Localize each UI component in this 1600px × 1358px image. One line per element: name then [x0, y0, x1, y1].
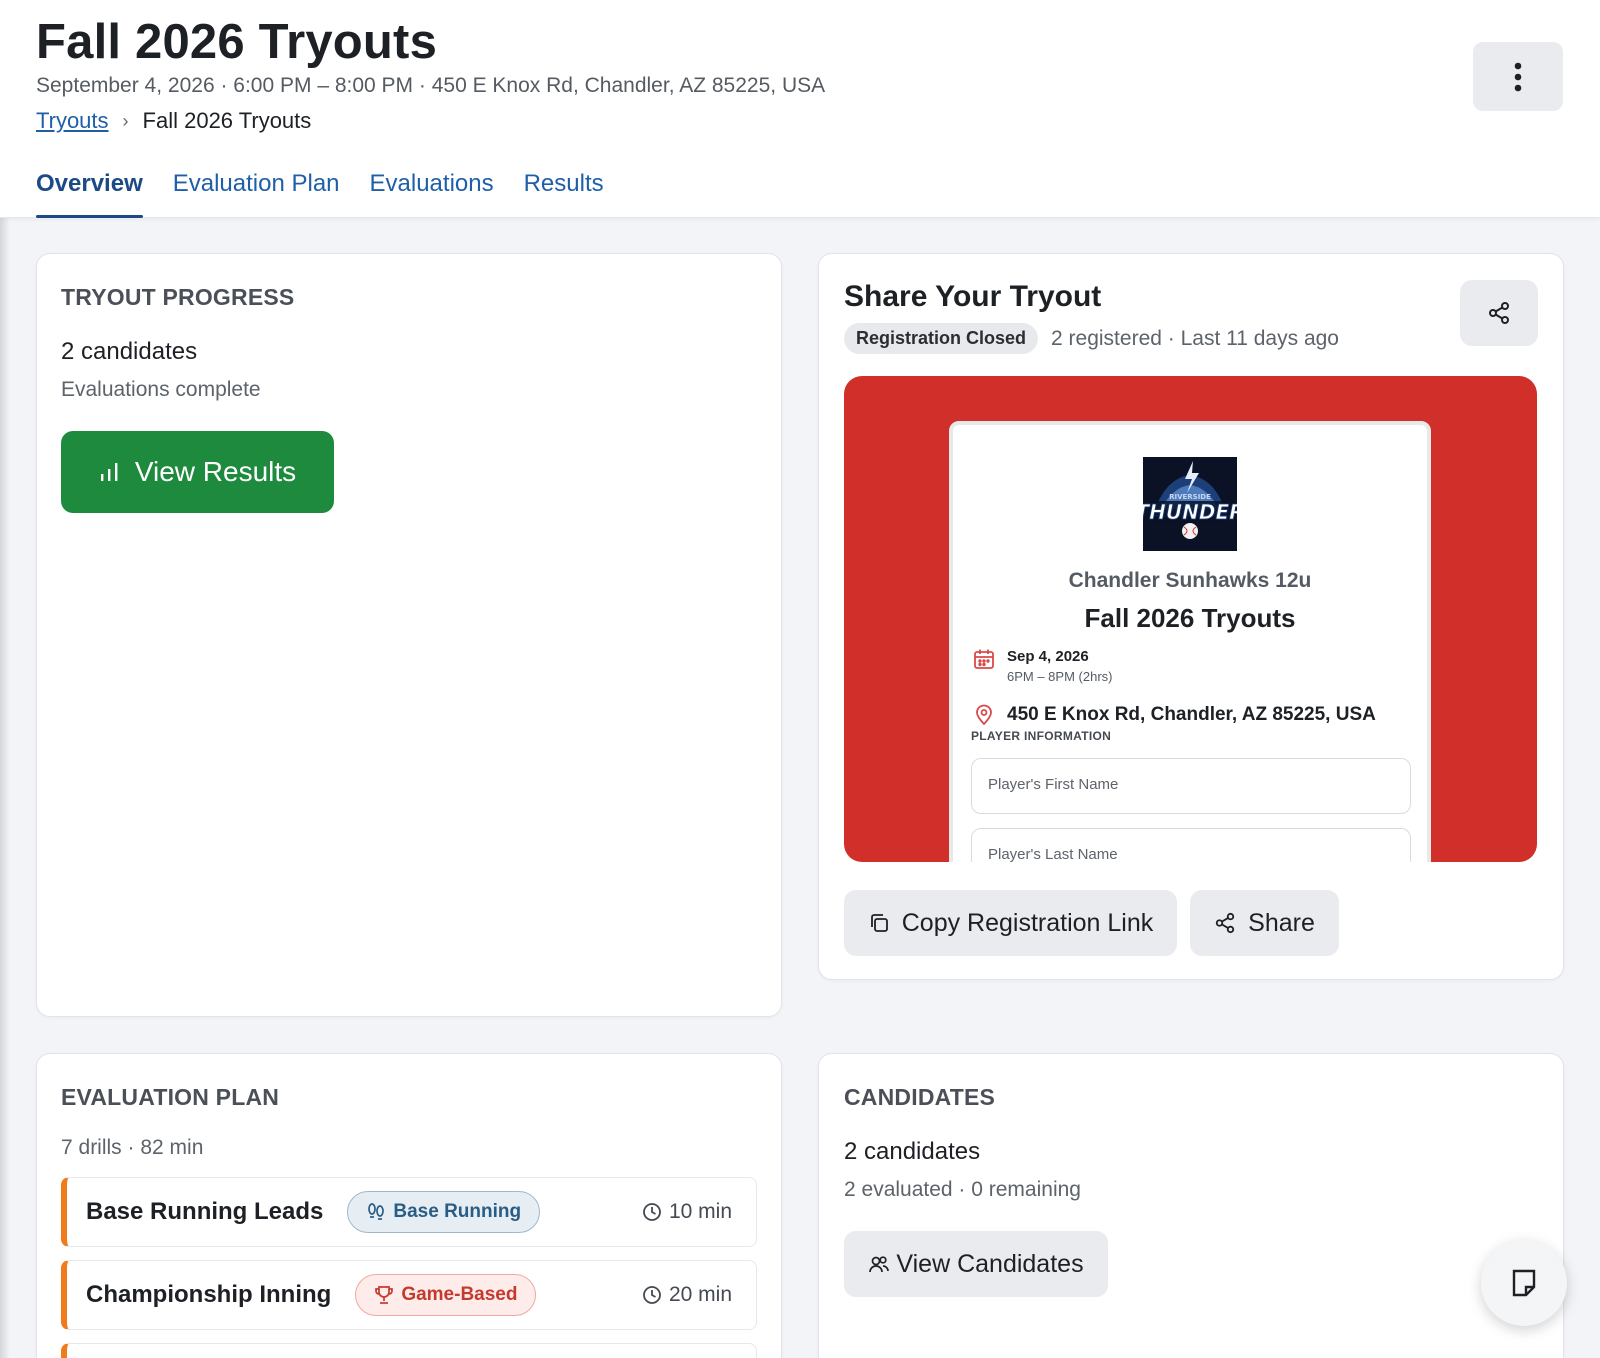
candidate-count: 2 candidates — [61, 338, 198, 365]
preview-team-name: Chandler Sunhawks 12u — [1068, 569, 1312, 592]
drill-category-label: Game-Based — [401, 1284, 518, 1305]
preview-location-row: 450 E Knox Rd, Chandler, AZ 85225, USA — [971, 704, 1376, 726]
users-icon — [869, 1256, 890, 1273]
drill-duration: 10 min — [642, 1200, 732, 1224]
view-results-button[interactable]: View Results — [61, 431, 334, 513]
tab-bar: Overview Evaluation Plan Evaluations Res… — [36, 166, 634, 218]
drill-row[interactable]: Base Running Leads Base Running 10 min — [61, 1177, 757, 1247]
evaluation-plan-summary: 7 drills · 82 min — [61, 1136, 204, 1159]
drill-row-partial — [61, 1343, 757, 1358]
candidates-card: CANDIDATES 2 candidates 2 evaluated · 0 … — [818, 1053, 1564, 1358]
tab-overview[interactable]: Overview — [36, 166, 143, 218]
player-first-name-field: Player's First Name — [971, 758, 1411, 814]
clock-icon — [643, 1203, 661, 1221]
map-pin-icon — [976, 704, 992, 726]
more-vertical-icon — [1514, 62, 1522, 91]
drill-row[interactable]: Championship Inning Game-Based 20 min — [61, 1260, 757, 1330]
drill-category-badge: Base Running — [347, 1191, 541, 1233]
share-icon — [1489, 302, 1509, 324]
share-icon — [1215, 912, 1235, 934]
drill-duration-label: 10 min — [668, 1200, 732, 1223]
breadcrumb-tryouts-link[interactable]: Tryouts — [36, 108, 109, 134]
preview-date: Sep 4, 2026 — [1007, 648, 1089, 665]
breadcrumb: Tryouts › Fall 2026 Tryouts — [36, 108, 311, 134]
preview-tryout-title: Fall 2026 Tryouts — [1084, 603, 1296, 633]
breadcrumb-separator: › — [122, 110, 129, 131]
share-icon-button[interactable] — [1460, 280, 1538, 346]
view-candidates-button[interactable]: View Candidates — [844, 1231, 1108, 1297]
candidates-heading: CANDIDATES — [844, 1084, 996, 1110]
view-candidates-label: View Candidates — [896, 1249, 1084, 1278]
notes-fab-button[interactable] — [1481, 1240, 1567, 1326]
footprints-icon — [368, 1203, 385, 1220]
evaluation-plan-card: EVALUATION PLAN 7 drills · 82 min Base R… — [36, 1053, 782, 1358]
note-icon — [1512, 1269, 1536, 1297]
team-logo: RIVERSIDE THUNDER — [1143, 457, 1237, 551]
drill-duration-label: 20 min — [668, 1283, 732, 1306]
share-button[interactable]: Share — [1190, 890, 1339, 956]
bar-chart-icon — [100, 463, 118, 481]
share-tryout-card: Share Your Tryout Registration Closed 2 … — [818, 253, 1564, 980]
preview-location: 450 E Knox Rd, Chandler, AZ 85225, USA — [1007, 704, 1376, 725]
drill-category-badge: Game-Based — [355, 1274, 537, 1316]
view-results-label: View Results — [134, 456, 297, 487]
drill-category-label: Base Running — [393, 1201, 522, 1222]
copy-registration-link-button[interactable]: Copy Registration Link — [844, 890, 1177, 956]
share-button-label: Share — [1248, 908, 1315, 937]
player-last-name-field: Player's Last Name — [971, 828, 1411, 862]
share-title: Share Your Tryout — [844, 280, 1102, 313]
copy-icon — [870, 914, 888, 932]
copy-registration-link-label: Copy Registration Link — [901, 908, 1154, 937]
candidates-count: 2 candidates — [844, 1138, 981, 1165]
tab-evaluations[interactable]: Evaluations — [370, 166, 494, 218]
trophy-icon — [375, 1286, 394, 1304]
player-information-label: PLAYER INFORMATION — [971, 729, 1112, 743]
tryout-progress-heading: TRYOUT PROGRESS — [61, 284, 295, 310]
page-title: Fall 2026 Tryouts — [36, 15, 438, 69]
calendar-icon — [974, 649, 994, 669]
drill-name: Championship Inning — [86, 1281, 332, 1308]
team-logo-text: THUNDER — [1143, 500, 1237, 524]
registration-preview: RIVERSIDE THUNDER Chandler Sunhawks 12u … — [844, 376, 1537, 862]
breadcrumb-current: Fall 2026 Tryouts — [142, 108, 312, 133]
preview-date-row: Sep 4, 2026 6PM – 8PM (2hrs) — [971, 648, 1112, 684]
registration-form-preview: RIVERSIDE THUNDER Chandler Sunhawks 12u … — [949, 421, 1431, 862]
drill-duration: 20 min — [642, 1283, 732, 1307]
clock-icon — [643, 1286, 661, 1304]
tab-evaluation-plan[interactable]: Evaluation Plan — [173, 166, 340, 218]
preview-time: 6PM – 8PM (2hrs) — [1007, 669, 1113, 684]
evaluation-status: Evaluations complete — [61, 378, 261, 401]
page-header: Fall 2026 Tryouts September 4, 2026 · 6:… — [0, 0, 1600, 218]
drill-name: Base Running Leads — [86, 1198, 324, 1225]
more-options-button[interactable] — [1473, 42, 1563, 111]
tab-results[interactable]: Results — [524, 166, 604, 218]
registration-status-row: Registration Closed 2 registered · Last … — [844, 323, 1339, 354]
registration-closed-badge: Registration Closed — [844, 323, 1039, 354]
event-details: September 4, 2026 · 6:00 PM – 8:00 PM · … — [36, 74, 826, 97]
page-edge-shadow — [0, 218, 10, 1358]
tryout-progress-card: TRYOUT PROGRESS 2 candidates Evaluations… — [36, 253, 782, 1017]
registration-meta: 2 registered · Last 11 days ago — [1051, 326, 1339, 350]
candidates-status: 2 evaluated · 0 remaining — [844, 1178, 1081, 1201]
evaluation-plan-heading: EVALUATION PLAN — [61, 1084, 280, 1110]
